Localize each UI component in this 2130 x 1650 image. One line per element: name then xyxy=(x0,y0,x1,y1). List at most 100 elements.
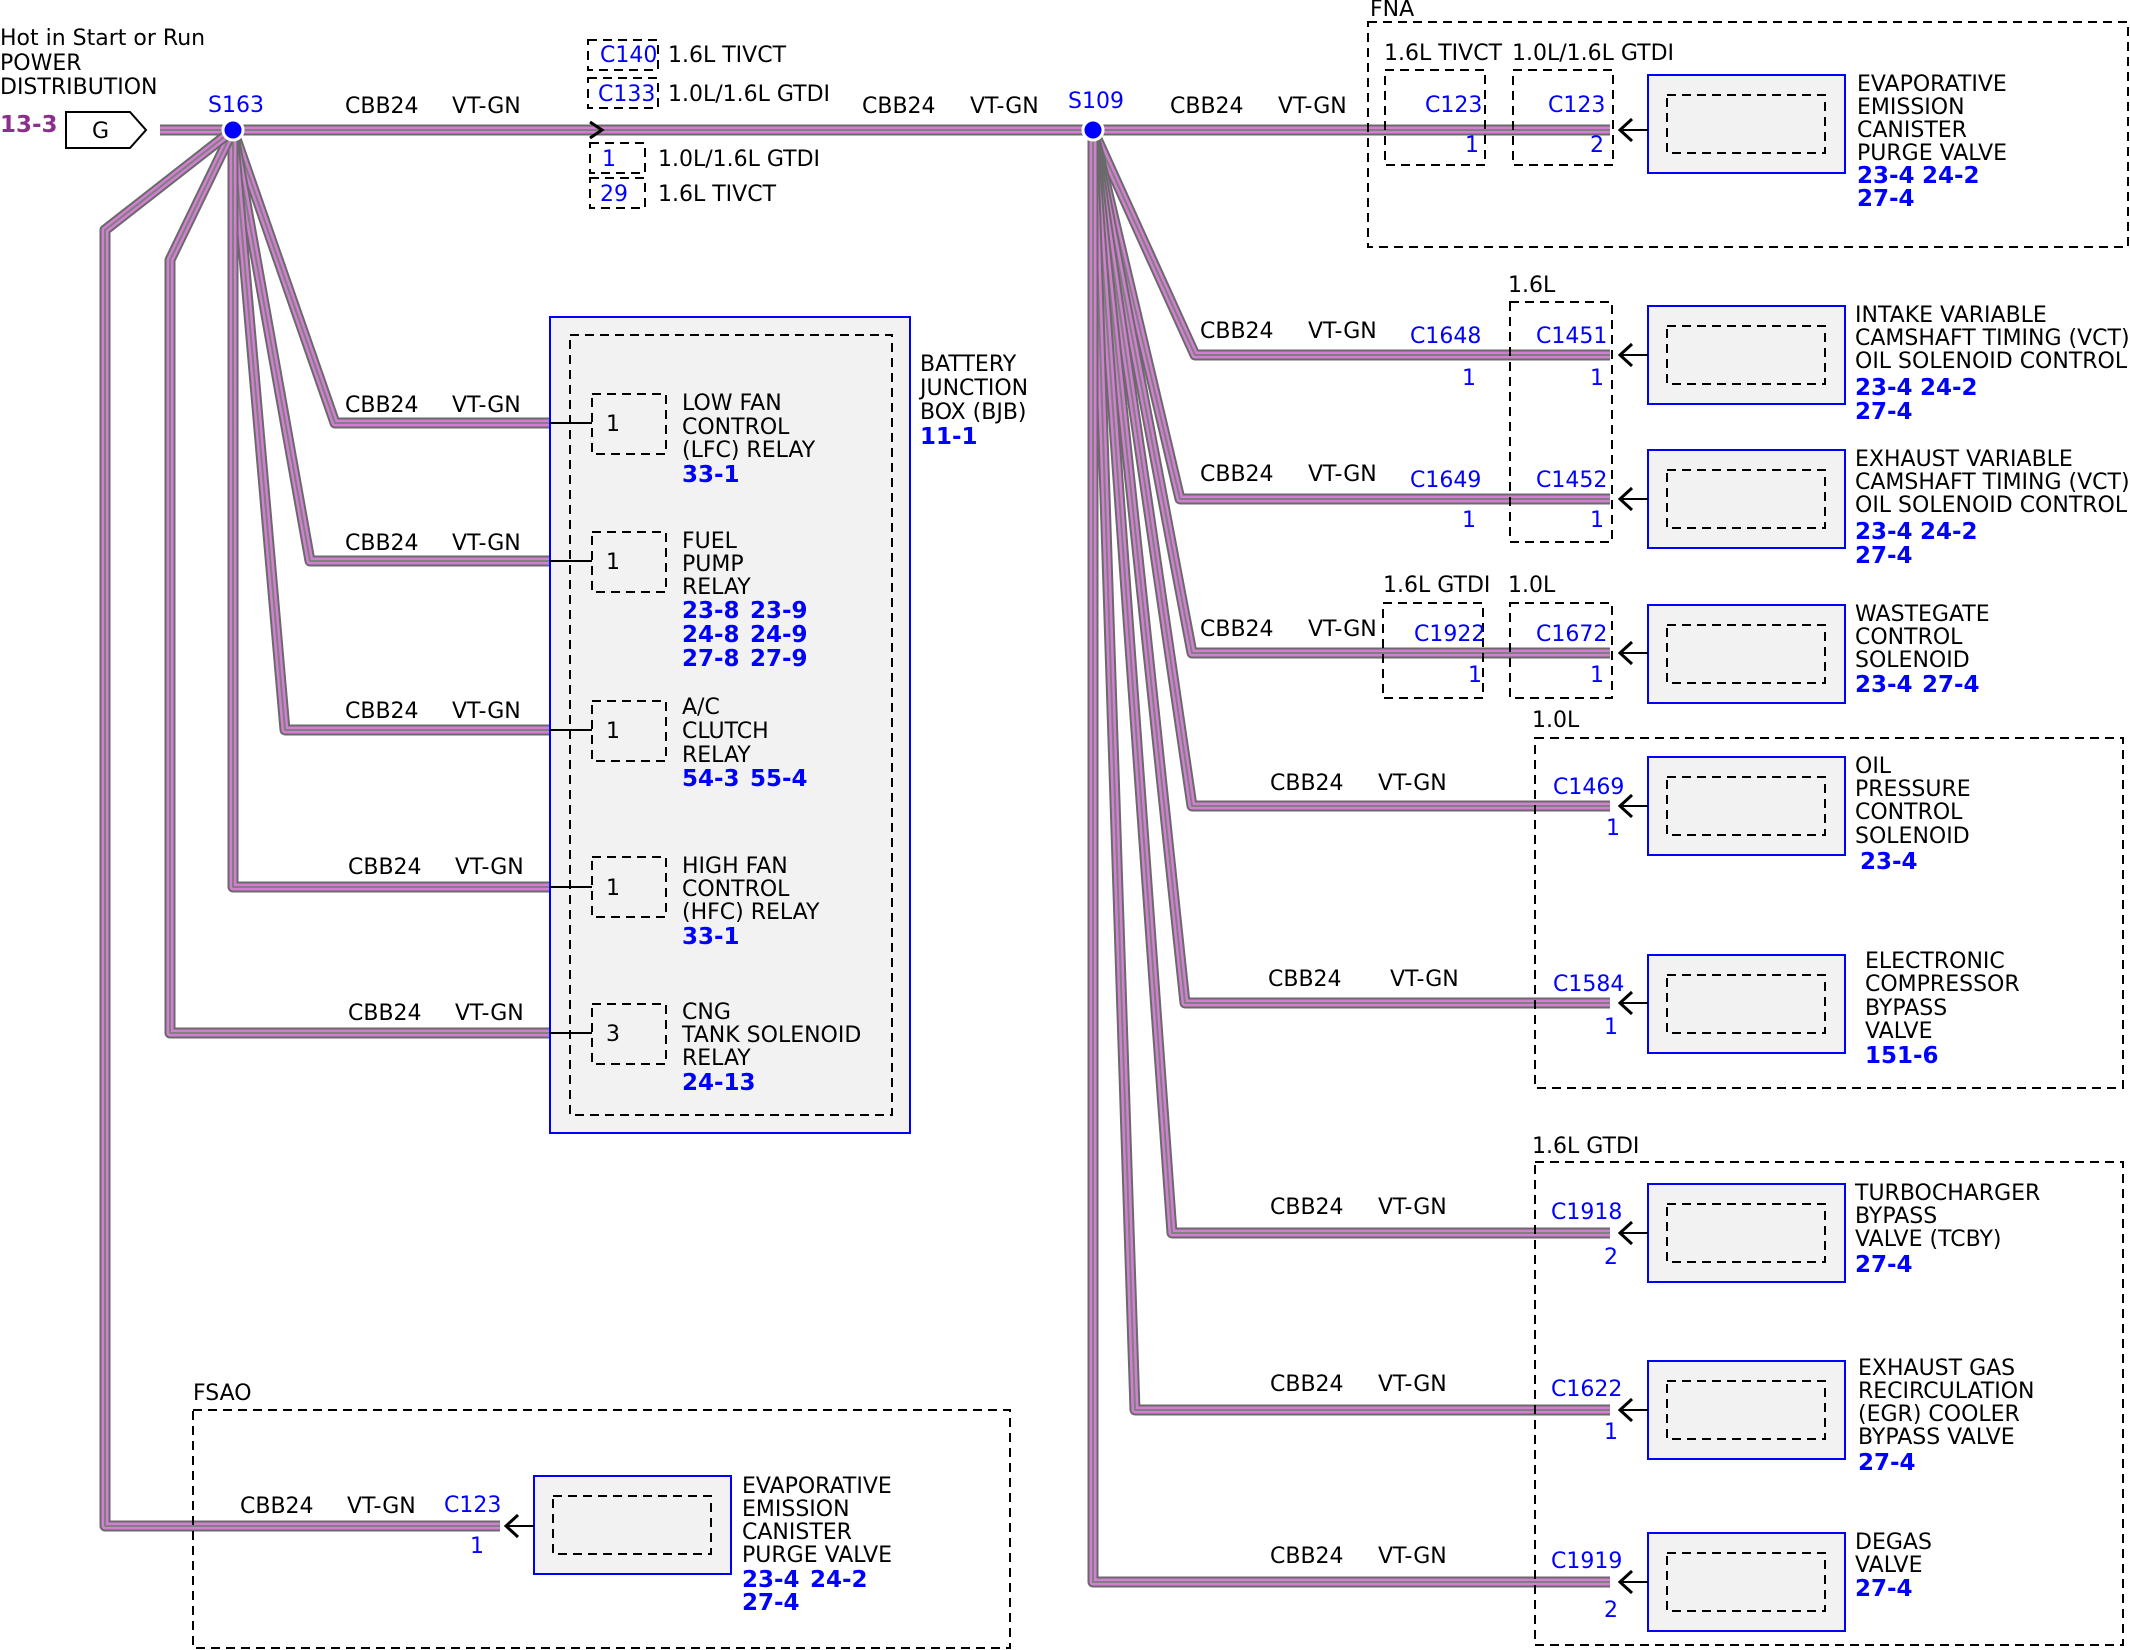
component-intake-vct[interactable]: C1648 1 C1451 1 INTAKE VARIABLE CAMSHAFT… xyxy=(1410,303,2130,425)
wire-bjb-cng[interactable] xyxy=(164,127,550,1039)
wire-circuit: CBB24 xyxy=(1200,462,1274,487)
component-exhaust-vct[interactable]: C1649 1 C1452 1 EXHAUST VARIABLE CAMSHAF… xyxy=(1410,447,2130,569)
wire-circuit: CBB24 xyxy=(1200,319,1274,344)
wire-circuit: CBB24 xyxy=(348,1001,422,1026)
component-oil-pressure-solenoid[interactable]: C1469 1 OIL PRESSURE CONTROL SOLENOID 23… xyxy=(1553,754,1971,875)
group-fna-tivct: 1.6L TIVCT xyxy=(1384,41,1503,66)
relay-label: RELAY xyxy=(682,743,751,768)
relay-label: CONTROL xyxy=(682,877,790,902)
pin-label: 1 xyxy=(1604,1420,1618,1445)
wire-color: VT-GN xyxy=(1378,1195,1447,1220)
relay-label: RELAY xyxy=(682,575,751,600)
inline-c133[interactable]: C133 xyxy=(598,82,655,107)
component-label: EVAPORATIVE xyxy=(742,1474,892,1499)
splice-s109-label: S109 xyxy=(1068,89,1124,114)
relay-label: CLUTCH xyxy=(682,719,769,744)
wire-bjb-ac-strand xyxy=(229,129,550,734)
component-label: EVAPORATIVE xyxy=(1857,72,2007,97)
group-vct-label: 1.6L xyxy=(1508,273,1556,298)
wire-circuit: CBB24 xyxy=(1270,771,1344,796)
relay-ref: 23-9 xyxy=(750,598,808,624)
wire-color: VT-GN xyxy=(452,531,521,556)
component-label: BYPASS xyxy=(1865,996,1947,1021)
component-label: BYPASS VALVE xyxy=(1858,1425,2015,1450)
component-evap-purge-valve-fsao[interactable]: C123 1 EVAPORATIVE EMISSION CANISTER PUR… xyxy=(444,1474,892,1616)
wire-color: VT-GN xyxy=(455,1001,524,1026)
pin-label: 1 xyxy=(1590,508,1604,533)
wire-bjb-fuel[interactable] xyxy=(227,129,550,567)
battery-junction-box[interactable]: BATTERY JUNCTION BOX (BJB) 11-1 1 LOW FA… xyxy=(549,316,1028,1134)
wire-circuit: CBB24 xyxy=(348,855,422,880)
component-label: EMISSION xyxy=(1857,95,1965,120)
component-ref: 27-4 xyxy=(1922,672,1980,698)
inline-pin1-label: 1.0L/1.6L GTDI xyxy=(658,147,820,172)
component-ref: 27-4 xyxy=(1858,1450,1916,1476)
wire-color: VT-GN xyxy=(1308,319,1377,344)
group-fna-label: FNA xyxy=(1370,0,1414,22)
component-label: CAMSHAFT TIMING (VCT) xyxy=(1855,470,2130,495)
relay-pin: 1 xyxy=(606,719,620,744)
wire-circuit: CBB24 xyxy=(1200,617,1274,642)
relay-ref: 23-8 xyxy=(682,598,740,624)
wire-bjb-hfc-strand xyxy=(232,130,550,888)
component-label: TURBOCHARGER xyxy=(1854,1181,2040,1206)
relay-ref: 24-8 xyxy=(682,622,740,648)
wire-circuit: CBB24 xyxy=(345,699,419,724)
bjb-ref[interactable]: 11-1 xyxy=(920,424,978,450)
component-compressor-bypass-valve[interactable]: C1584 1 ELECTRONIC COMPRESSOR BYPASS VAL… xyxy=(1553,949,2020,1069)
component-label: INTAKE VARIABLE xyxy=(1855,303,2047,328)
power-label-1: Hot in Start or Run xyxy=(0,26,205,51)
component-label: CONTROL xyxy=(1855,625,1963,650)
relay-label: A/C xyxy=(682,695,720,720)
group-opc-label: 1.0L xyxy=(1532,708,1580,733)
relay-label: LOW FAN xyxy=(682,391,782,416)
component-label: COMPRESSOR xyxy=(1865,972,2020,997)
relay-pin: 1 xyxy=(606,412,620,437)
component-ref: 24-2 xyxy=(1920,519,1978,545)
wire-circuit: CBB24 xyxy=(345,94,419,119)
wire-bjb-cng-strand xyxy=(166,128,550,1037)
component-label: EMISSION xyxy=(742,1497,850,1522)
relay-ref: 24-9 xyxy=(750,622,808,648)
component-label: CAMSHAFT TIMING (VCT) xyxy=(1855,326,2130,351)
group-fsao-label: FSAO xyxy=(193,1381,252,1406)
splice-s163-label: S163 xyxy=(208,93,264,118)
relay-label: TANK SOLENOID xyxy=(681,1023,861,1048)
component-label: OIL SOLENOID CONTROL xyxy=(1855,493,2128,518)
component-turbo-bypass-valve[interactable]: C1918 2 TURBOCHARGER BYPASS VALVE (TCBY)… xyxy=(1551,1181,2040,1283)
wire-circuit: CBB24 xyxy=(240,1494,314,1519)
pin-label: 1 xyxy=(1590,366,1604,391)
relay-ref: 55-4 xyxy=(750,766,808,792)
wire-color: VT-GN xyxy=(1390,967,1459,992)
wire-vct-exhaust[interactable] xyxy=(1087,128,1610,505)
inline-pin29: 29 xyxy=(600,182,628,207)
wire-bjb-hfc[interactable] xyxy=(227,130,550,893)
component-ref: 27-4 xyxy=(1855,1576,1913,1602)
relay-ref: 54-3 xyxy=(682,766,740,792)
connector-label: C1919 xyxy=(1551,1549,1622,1574)
wire-bjb-hfc-strand xyxy=(229,130,550,891)
wire-color: VT-GN xyxy=(970,94,1039,119)
component-label: CONTROL xyxy=(1855,800,1963,825)
connector-label: C1622 xyxy=(1551,1377,1622,1402)
connector-label: C1672 xyxy=(1536,622,1607,647)
component-label: DEGAS xyxy=(1855,1530,1932,1555)
wire-circuit: CBB24 xyxy=(345,393,419,418)
component-label: RECIRCULATION xyxy=(1858,1379,2035,1404)
power-ref[interactable]: 13-3 xyxy=(0,112,58,138)
component-ref: 23-4 xyxy=(1855,672,1913,698)
relay-label: (LFC) RELAY xyxy=(682,438,816,463)
wire-circuit: CBB24 xyxy=(345,531,419,556)
wire-circuit: CBB24 xyxy=(862,94,936,119)
component-ref: 151-6 xyxy=(1865,1043,1939,1069)
component-ref: 24-2 xyxy=(1920,375,1978,401)
wire-color: VT-GN xyxy=(1378,1372,1447,1397)
component-label: VALVE (TCBY) xyxy=(1855,1227,2001,1252)
wiring-diagram: Hot in Start or Run POWER DISTRIBUTION 1… xyxy=(0,0,2130,1649)
component-ref: 23-4 xyxy=(1855,519,1913,545)
component-egr-cooler-bypass-valve[interactable]: C1622 1 EXHAUST GAS RECIRCULATION (EGR) … xyxy=(1551,1356,2035,1476)
wire-circuit: CBB24 xyxy=(1270,1372,1344,1397)
inline-c140[interactable]: C140 xyxy=(600,43,657,68)
relay-label: PUMP xyxy=(682,552,744,577)
bjb-title-3: BOX (BJB) xyxy=(920,400,1027,425)
